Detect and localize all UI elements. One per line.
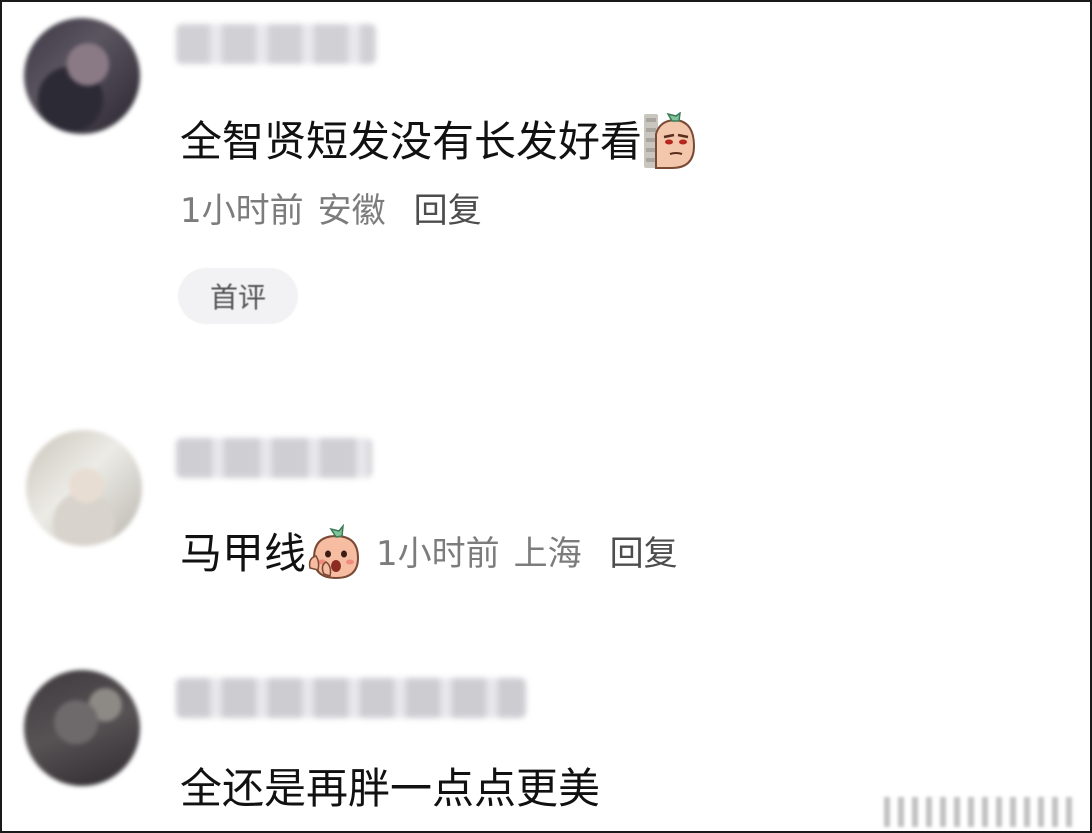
comment-text-row: 全智贤短发没有长发好看 (180, 111, 698, 177)
comment-text: 马甲线 (180, 529, 307, 578)
first-comment-badge: 首评 (178, 268, 298, 324)
username-blurred[interactable] (176, 24, 376, 64)
reply-button[interactable]: 回复 (610, 534, 678, 574)
avatar[interactable] (26, 430, 142, 546)
username-blurred[interactable] (176, 678, 526, 718)
avatar[interactable] (24, 18, 140, 134)
comment-text: 全还是再胖一点点更美 (180, 764, 601, 813)
comment-meta: 1小时前 上海 回复 (376, 537, 678, 571)
reply-button[interactable]: 回复 (414, 191, 482, 231)
watermark (884, 797, 1074, 827)
comment-text-row: 马甲线 1小时前 上海 回复 (180, 523, 678, 584)
comment-time: 1小时前 (376, 534, 500, 574)
comment-text: 全智贤短发没有长发好看 (180, 117, 643, 166)
comment-location: 上海 (513, 534, 582, 574)
comment-list: 全智贤短发没有长发好看 1小时前 安徽 回复 首评 马甲线 1小时前 上海 回复… (0, 0, 1092, 833)
peeking-sweet-potato-emoji-icon (642, 111, 698, 177)
comment-time: 1小时前 (180, 191, 304, 231)
shocked-sweet-potato-emoji-icon (306, 523, 366, 584)
comment-meta: 1小时前 安徽 回复 (180, 194, 482, 228)
comment-location: 安徽 (317, 191, 386, 231)
avatar[interactable] (24, 670, 140, 786)
username-blurred[interactable] (176, 438, 372, 478)
